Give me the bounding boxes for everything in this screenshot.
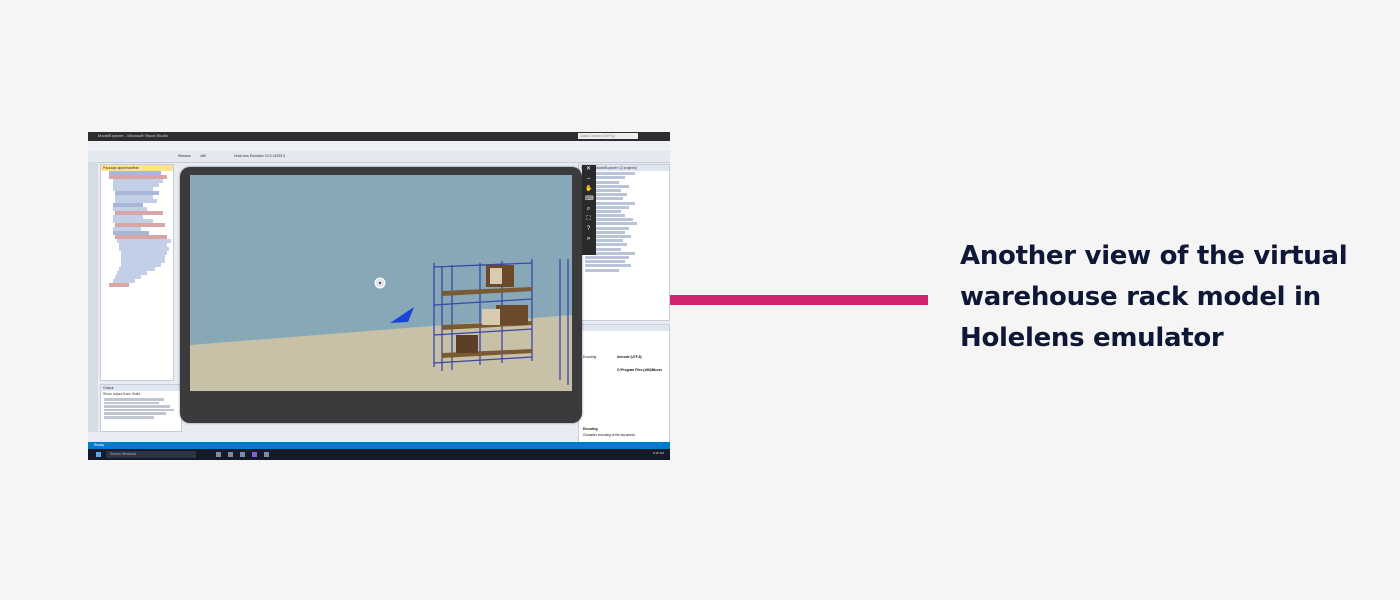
warehouse-scene — [190, 175, 572, 391]
connector-bar — [670, 295, 928, 305]
code-editor[interactable]: Package.appxmanifest — [100, 164, 174, 381]
config-select[interactable]: Release — [178, 154, 191, 158]
store-icon[interactable] — [240, 452, 245, 457]
taskbar-search[interactable]: Search Windows — [106, 451, 196, 458]
left-tool-strip — [88, 162, 98, 432]
emulator-icon[interactable] — [264, 452, 269, 457]
path-value: C:\Program Files (x86)\Micros — [617, 368, 662, 372]
zoom-icon[interactable]: ⌕ — [585, 206, 592, 212]
windows-taskbar: Search Windows 9:15 AM — [88, 449, 670, 460]
hand-icon[interactable]: ✋ — [585, 186, 592, 192]
status-bar: Ready — [88, 442, 670, 449]
help-icon[interactable]: ? — [585, 226, 592, 232]
prop-footer-desc: Character encoding of the document. — [583, 433, 636, 437]
status-text: Ready — [94, 443, 105, 447]
quick-launch-input[interactable]: Quick Launch (Ctrl+Q) — [578, 133, 638, 139]
keyboard-icon[interactable]: ⌨ — [585, 196, 594, 202]
windows-start-icon[interactable] — [96, 452, 101, 457]
explorer-icon[interactable] — [228, 452, 233, 457]
fit-icon[interactable]: ⛶ — [585, 216, 592, 222]
encoding-label: Encoding — [583, 355, 597, 359]
toolbar: Release x86 HoloLens Emulator 10.0.14393… — [88, 151, 670, 163]
minimize-icon[interactable]: – — [585, 176, 592, 182]
clock: 9:15 AM — [652, 451, 664, 455]
hololens-emulator — [180, 167, 582, 423]
prop-footer-title: Encoding — [583, 427, 598, 431]
emulator-viewport[interactable] — [190, 175, 572, 391]
encoding-value: Unicode (UTF-8) — [617, 355, 642, 359]
screenshot: ModelExplorer - Microsoft Visual Studio … — [88, 132, 670, 460]
run-target-button[interactable]: HoloLens Emulator 10.0.14393.0 — [234, 154, 285, 158]
output-source[interactable]: Show output from: Build — [101, 391, 181, 397]
visual-studio-icon[interactable] — [252, 452, 257, 457]
window-title: ModelExplorer - Microsoft Visual Studio — [98, 133, 168, 138]
platform-select[interactable]: x86 — [200, 154, 206, 158]
menu-bar: FileEditViewProjectBuildDebugTeamToolsTe… — [88, 141, 670, 155]
task-view-icon[interactable] — [216, 452, 221, 457]
emulator-toolbar: ✕ – ✋ ⌨ ⌕ ⛶ ? » — [582, 165, 596, 255]
properties-header — [579, 325, 669, 331]
close-icon[interactable]: ✕ — [585, 166, 592, 172]
window-title-bar: ModelExplorer - Microsoft Visual Studio … — [88, 132, 670, 141]
output-panel: Output Show output from: Build — [100, 384, 182, 432]
editor-tab[interactable]: Package.appxmanifest — [101, 165, 173, 171]
properties-panel: Encoding Unicode (UTF-8) C:\Program File… — [578, 324, 670, 444]
caption-text: Another view of the virtual warehouse ra… — [960, 241, 1348, 353]
tools-icon[interactable]: » — [585, 236, 592, 242]
